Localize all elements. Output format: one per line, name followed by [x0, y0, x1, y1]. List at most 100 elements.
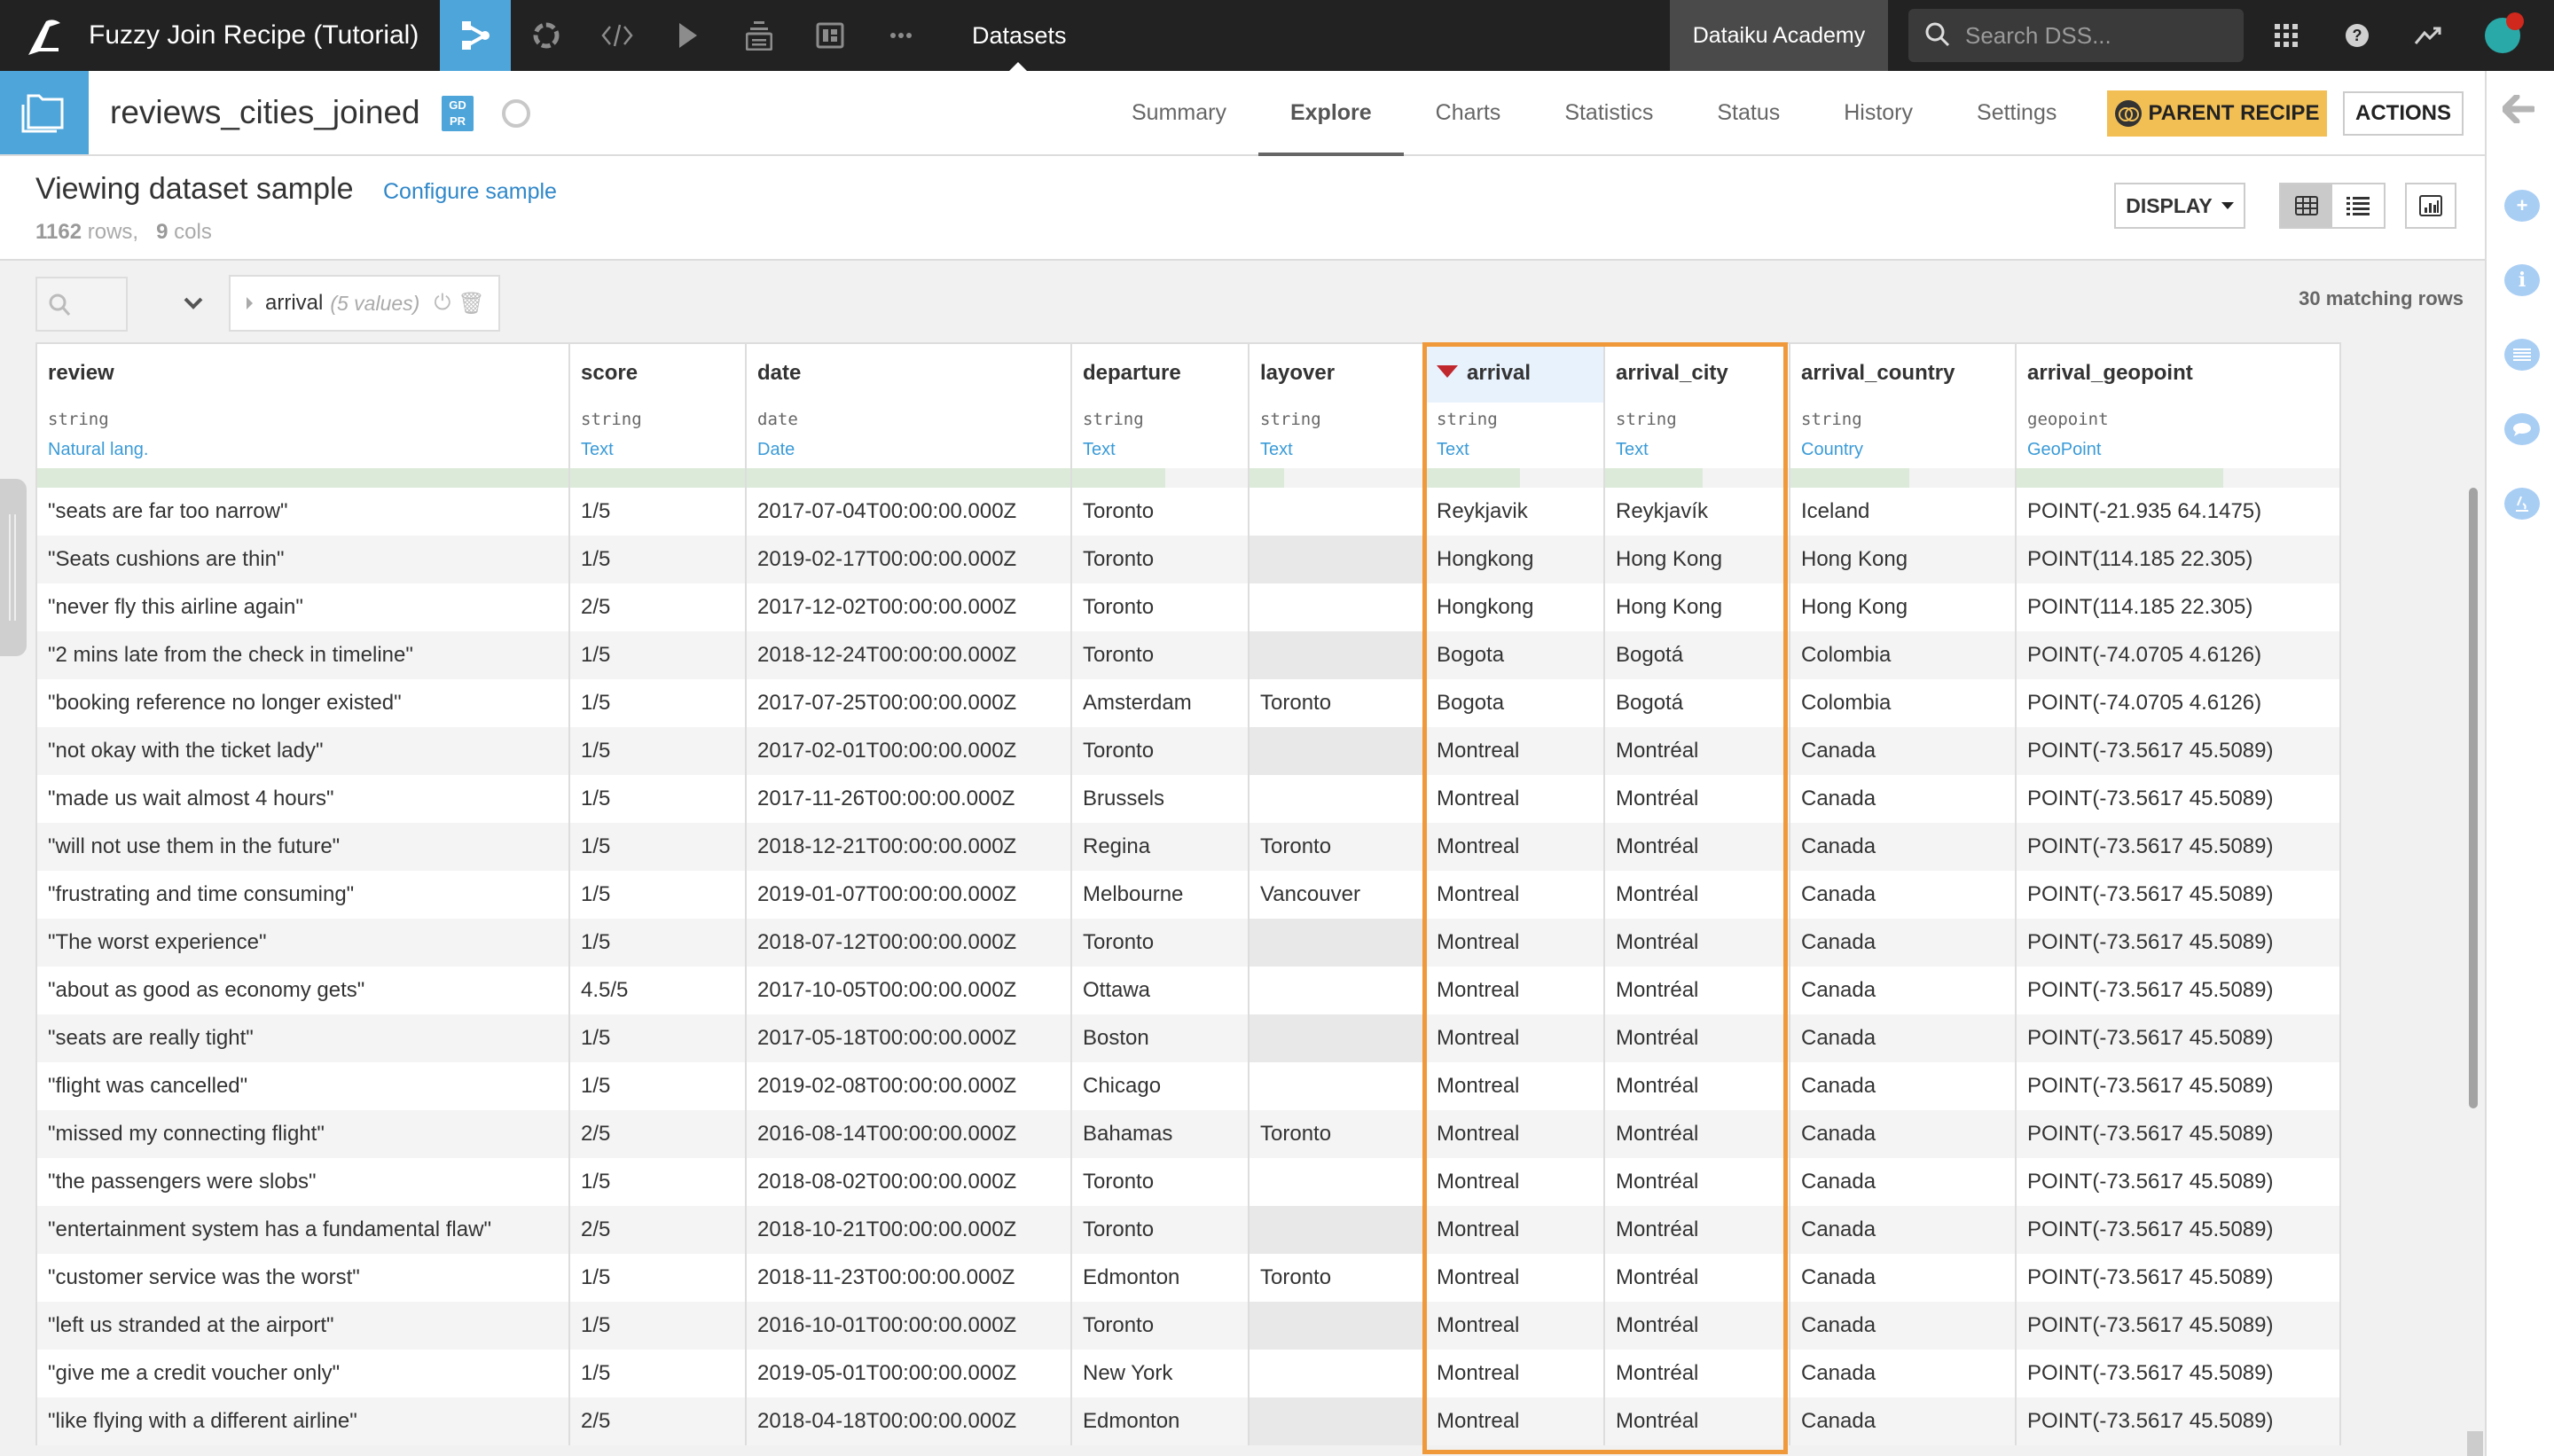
cell-arrival-city[interactable]: Montréal — [1604, 1158, 1790, 1206]
column-storage-type[interactable]: string — [37, 403, 568, 436]
global-search[interactable] — [1908, 9, 2244, 62]
cell-arrival[interactable]: Montreal — [1425, 1158, 1605, 1206]
cell-arrival-country[interactable]: Canada — [1790, 1014, 2017, 1062]
cell-arrival-city[interactable]: Montréal — [1604, 1206, 1790, 1254]
cell-layover[interactable]: Toronto — [1249, 1254, 1426, 1302]
cell-arrival[interactable]: Montreal — [1425, 871, 1605, 919]
schema-icon[interactable] — [2504, 339, 2540, 371]
cell-review[interactable]: "made us wait almost 4 hours" — [36, 775, 570, 823]
compass-icon[interactable] — [502, 99, 530, 128]
search-options-chevron-icon[interactable] — [183, 293, 204, 316]
cell-arrival-geopoint[interactable]: POINT(-73.5617 45.5089) — [2016, 727, 2341, 775]
cell-arrival-country[interactable]: Canada — [1790, 823, 2017, 871]
cell-arrival-country[interactable]: Canada — [1790, 1397, 2017, 1445]
help-icon[interactable]: ? — [2325, 0, 2389, 71]
cell-date[interactable]: 2017-11-26T00:00:00.000Z — [746, 775, 1072, 823]
cell-departure[interactable]: Amsterdam — [1071, 679, 1250, 727]
column-meaning[interactable]: GeoPoint — [2017, 436, 2339, 468]
table-view-icon[interactable] — [2281, 184, 2332, 227]
cell-departure[interactable]: Toronto — [1071, 919, 1250, 967]
cell-date[interactable]: 2017-10-05T00:00:00.000Z — [746, 967, 1072, 1014]
cell-layover[interactable] — [1249, 1206, 1426, 1254]
code-icon[interactable] — [582, 0, 653, 71]
cell-review[interactable]: "entertainment system has a fundamental … — [36, 1206, 570, 1254]
cell-layover[interactable] — [1249, 727, 1426, 775]
column-meaning[interactable]: Text — [570, 436, 744, 468]
column-storage-type[interactable]: string — [1790, 403, 2014, 436]
dataiku-academy-link[interactable]: Dataiku Academy — [1670, 0, 1888, 71]
cell-arrival-geopoint[interactable]: POINT(-73.5617 45.5089) — [2016, 823, 2341, 871]
cell-score[interactable]: 1/5 — [569, 775, 747, 823]
cell-review[interactable]: "frustrating and time consuming" — [36, 871, 570, 919]
cell-departure[interactable]: Toronto — [1071, 631, 1250, 679]
search-input[interactable] — [1965, 9, 2231, 62]
cell-date[interactable]: 2018-10-21T00:00:00.000Z — [746, 1206, 1072, 1254]
cell-date[interactable]: 2018-11-23T00:00:00.000Z — [746, 1254, 1072, 1302]
run-icon[interactable] — [653, 0, 724, 71]
cell-arrival-country[interactable]: Canada — [1790, 919, 2017, 967]
cell-arrival-city[interactable]: Montréal — [1604, 823, 1790, 871]
project-title[interactable]: Fuzzy Join Recipe (Tutorial) — [89, 0, 419, 71]
parent-recipe-button[interactable]: PARENT RECIPE — [2107, 90, 2327, 137]
cell-arrival-geopoint[interactable]: POINT(114.185 22.305) — [2016, 536, 2341, 583]
cell-arrival-city[interactable]: Montréal — [1604, 1110, 1790, 1158]
cell-arrival-country[interactable]: Hong Kong — [1790, 536, 2017, 583]
column-storage-type[interactable]: string — [1426, 403, 1602, 436]
cell-review[interactable]: "booking reference no longer existed" — [36, 679, 570, 727]
cell-arrival-city[interactable]: Montréal — [1604, 967, 1790, 1014]
cell-departure[interactable]: Edmonton — [1071, 1254, 1250, 1302]
cell-departure[interactable]: Toronto — [1071, 1206, 1250, 1254]
cell-arrival[interactable]: Montreal — [1425, 775, 1605, 823]
cell-date[interactable]: 2019-02-08T00:00:00.000Z — [746, 1062, 1072, 1110]
cell-review[interactable]: "give me a credit voucher only" — [36, 1350, 570, 1397]
cell-arrival-country[interactable]: Colombia — [1790, 631, 2017, 679]
cell-arrival-country[interactable]: Canada — [1790, 775, 2017, 823]
cell-arrival[interactable]: Montreal — [1425, 1302, 1605, 1350]
column-stats-icon[interactable] — [2405, 183, 2456, 229]
cell-arrival-country[interactable]: Canada — [1790, 871, 2017, 919]
tab-summary[interactable]: Summary — [1100, 71, 1258, 154]
column-name[interactable]: review — [37, 344, 568, 403]
cell-arrival[interactable]: Montreal — [1425, 1206, 1605, 1254]
cell-departure[interactable]: Toronto — [1071, 488, 1250, 536]
cell-date[interactable]: 2019-01-07T00:00:00.000Z — [746, 871, 1072, 919]
column-validity-bar[interactable] — [570, 468, 744, 488]
lab-microscope-icon[interactable] — [2504, 488, 2540, 520]
cell-review[interactable]: "will not use them in the future" — [36, 823, 570, 871]
cell-review[interactable]: "not okay with the ticket lady" — [36, 727, 570, 775]
cell-arrival[interactable]: Bogota — [1425, 631, 1605, 679]
deploy-icon[interactable] — [724, 0, 795, 71]
column-name[interactable]: arrival_geopoint — [2017, 344, 2339, 403]
cell-score[interactable]: 1/5 — [569, 488, 747, 536]
column-validity-bar[interactable] — [2017, 468, 2339, 488]
info-icon[interactable]: i — [2504, 264, 2540, 296]
expand-triangle-icon[interactable] — [247, 297, 253, 309]
cell-review[interactable]: "like flying with a different airline" — [36, 1397, 570, 1445]
column-header-score[interactable]: score string Text — [569, 343, 747, 488]
back-arrow-icon[interactable] — [2500, 93, 2536, 131]
cell-arrival[interactable]: Montreal — [1425, 1254, 1605, 1302]
activity-icon[interactable] — [2396, 0, 2460, 71]
cell-score[interactable]: 1/5 — [569, 1302, 747, 1350]
tab-statistics[interactable]: Statistics — [1532, 71, 1685, 154]
cell-arrival[interactable]: Reykjavik — [1425, 488, 1605, 536]
cell-score[interactable]: 1/5 — [569, 1062, 747, 1110]
cell-arrival-city[interactable]: Reykjavík — [1604, 488, 1790, 536]
cell-departure[interactable]: Toronto — [1071, 1158, 1250, 1206]
column-storage-type[interactable]: geopoint — [2017, 403, 2339, 436]
cell-arrival-city[interactable]: Bogotá — [1604, 679, 1790, 727]
cell-arrival[interactable]: Montreal — [1425, 967, 1605, 1014]
cell-date[interactable]: 2018-12-21T00:00:00.000Z — [746, 823, 1072, 871]
column-header-arrival-geopoint[interactable]: arrival_geopoint geopoint GeoPoint — [2016, 343, 2341, 488]
column-name[interactable]: score — [570, 344, 744, 403]
more-icon[interactable] — [866, 0, 936, 71]
cell-score[interactable]: 2/5 — [569, 1110, 747, 1158]
cell-arrival-city[interactable]: Montréal — [1604, 775, 1790, 823]
cell-departure[interactable]: Toronto — [1071, 1302, 1250, 1350]
cell-date[interactable]: 2017-05-18T00:00:00.000Z — [746, 1014, 1072, 1062]
scrollbar-end[interactable] — [2467, 1431, 2483, 1456]
cell-score[interactable]: 1/5 — [569, 727, 747, 775]
actions-button[interactable]: ACTIONS — [2343, 91, 2464, 136]
current-section-datasets[interactable]: Datasets — [972, 0, 1067, 71]
cell-arrival-city[interactable]: Hong Kong — [1604, 583, 1790, 631]
